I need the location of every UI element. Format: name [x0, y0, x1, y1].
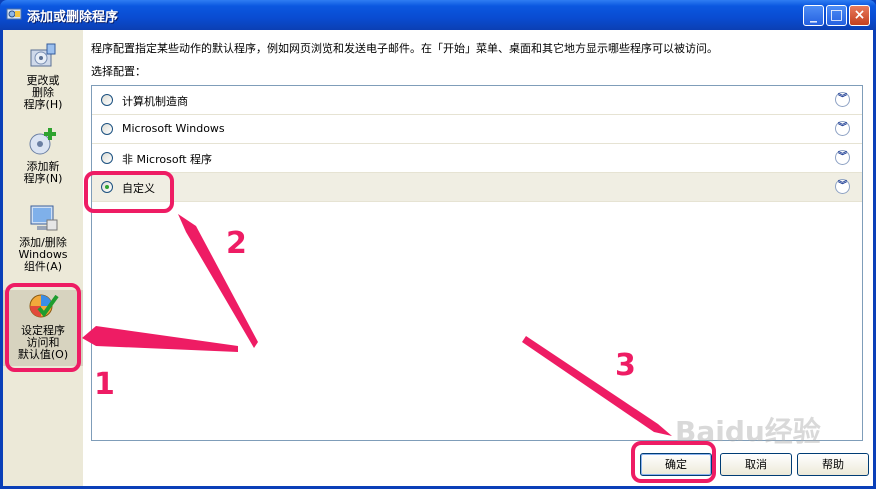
option-label: 非 Microsoft 程序 — [122, 153, 213, 166]
expand-chevron-icon[interactable]: ︾ — [835, 121, 850, 136]
expand-chevron-icon[interactable]: ︾ — [835, 150, 850, 165]
radio-button[interactable] — [101, 94, 113, 106]
config-label: 选择配置： — [91, 65, 146, 78]
annotation-box-2 — [84, 171, 174, 213]
config-list: 计算机制造商 ︾ Microsoft Windows ︾ 非 Microsoft… — [91, 85, 863, 441]
config-option-microsoft-windows[interactable]: Microsoft Windows ︾ — [92, 115, 862, 144]
annotation-box-1 — [5, 283, 81, 372]
app-icon — [6, 8, 22, 20]
help-button[interactable]: 帮助 — [797, 453, 869, 476]
config-option-non-microsoft[interactable]: 非 Microsoft 程序 ︾ — [92, 144, 862, 173]
annotation-number-3: 3 — [615, 348, 636, 383]
sidebar-label-line: 组件(A) — [23, 260, 63, 273]
sidebar-item-add-new[interactable]: 添加新 程序(N) — [3, 126, 83, 186]
windows-components-icon — [30, 205, 58, 231]
sidebar-item-windows-components[interactable]: 添加/删除 Windows 组件(A) — [3, 202, 83, 276]
sidebar-item-change-remove[interactable]: 更改或 删除 程序(H) — [3, 40, 83, 112]
sidebar: 更改或 删除 程序(H) 添加新 程序(N) 添加/删除 Windows 组件(… — [3, 30, 83, 486]
option-label: 计算机制造商 — [122, 95, 188, 108]
option-label: Microsoft Windows — [122, 122, 225, 135]
title-bar: 添加或删除程序 _ □ × — [0, 0, 876, 30]
annotation-box-3 — [631, 441, 716, 483]
minimize-button[interactable]: _ — [803, 5, 824, 26]
add-new-icon — [29, 128, 56, 155]
description-text: 程序配置指定某些动作的默认程序，例如网页浏览和发送电子邮件。在「开始」菜单、桌面… — [91, 42, 718, 55]
sidebar-label-line: 程序(N) — [23, 172, 63, 185]
maximize-button[interactable]: □ — [826, 5, 847, 26]
config-option-custom[interactable]: 自定义 ︾ — [92, 173, 862, 202]
window-title: 添加或删除程序 — [27, 10, 119, 25]
config-option-manufacturer[interactable]: 计算机制造商 ︾ — [92, 86, 862, 115]
close-button[interactable]: × — [849, 5, 870, 26]
expand-chevron-icon[interactable]: ︾ — [835, 92, 850, 107]
cancel-button[interactable]: 取消 — [720, 453, 792, 476]
sidebar-label-line: 程序(H) — [23, 98, 63, 111]
change-remove-icon — [30, 43, 56, 67]
annotation-number-1: 1 — [94, 367, 115, 402]
radio-button[interactable] — [101, 152, 113, 164]
expand-chevron-icon[interactable]: ︾ — [835, 179, 850, 194]
radio-button[interactable] — [101, 123, 113, 135]
annotation-number-2: 2 — [226, 226, 247, 261]
